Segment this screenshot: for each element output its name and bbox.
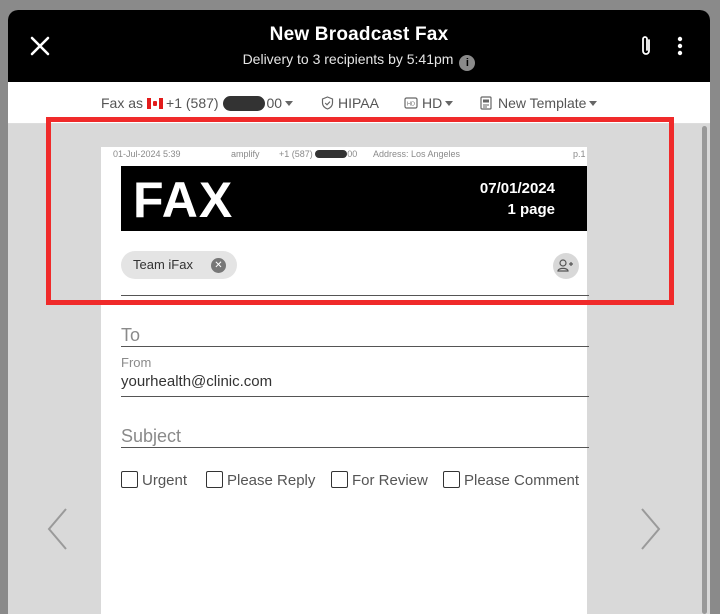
- to-underline: [121, 346, 589, 347]
- subject-underline: [121, 447, 589, 448]
- for-review-label: For Review: [352, 472, 428, 489]
- quality-label: HD: [422, 95, 443, 111]
- checkbox-box[interactable]: [331, 471, 348, 488]
- hipaa-toggle[interactable]: HIPAA: [321, 94, 379, 114]
- quality-selector[interactable]: HD HD: [404, 94, 454, 114]
- chevron-down-icon: [285, 101, 294, 106]
- hd-icon: HD: [404, 97, 418, 109]
- from-field[interactable]: yourhealth@clinic.com: [121, 373, 272, 390]
- urgent-checkbox[interactable]: Urgent: [121, 471, 187, 489]
- chevron-left-icon[interactable]: [44, 506, 72, 552]
- to-field[interactable]: To: [121, 325, 140, 346]
- info-icon[interactable]: i: [459, 55, 476, 71]
- delivery-text: Delivery to 3 recipients by 5:41pm: [242, 51, 454, 67]
- fax-number-suffix: 00: [266, 95, 283, 111]
- template-icon: [480, 96, 492, 110]
- from-underline: [121, 396, 589, 397]
- dialog-subtitle: Delivery to 3 recipients by 5:41pm i: [8, 51, 710, 71]
- paperclip-icon[interactable]: [638, 34, 654, 58]
- template-label: New Template: [498, 95, 587, 111]
- subject-field[interactable]: Subject: [121, 426, 181, 447]
- dialog-title: New Broadcast Fax: [269, 24, 449, 45]
- chevron-down-icon: [589, 101, 598, 106]
- dialog-header: New Broadcast Fax Delivery to 3 recipien…: [8, 10, 710, 82]
- please-reply-checkbox[interactable]: Please Reply: [206, 471, 315, 489]
- shield-icon: [321, 96, 334, 110]
- please-reply-label: Please Reply: [227, 472, 316, 489]
- more-vert-icon[interactable]: [672, 34, 688, 58]
- canada-flag-icon: [147, 98, 164, 109]
- checkbox-box[interactable]: [443, 471, 460, 488]
- svg-text:HD: HD: [407, 102, 415, 108]
- checkbox-box[interactable]: [206, 471, 223, 488]
- template-selector[interactable]: New Template: [480, 94, 598, 114]
- fax-as-label: Fax as: [101, 95, 144, 111]
- for-review-checkbox[interactable]: For Review: [331, 471, 428, 489]
- please-comment-checkbox[interactable]: Please Comment: [443, 471, 579, 489]
- please-comment-label: Please Comment: [464, 472, 580, 489]
- scrollbar[interactable]: [702, 126, 707, 614]
- fax-as-selector[interactable]: Fax as +1 (587) 00: [101, 94, 294, 114]
- from-label: From: [121, 355, 152, 370]
- checkbox-box[interactable]: [121, 471, 138, 488]
- urgent-label: Urgent: [142, 472, 188, 489]
- fax-dialog: New Broadcast Fax Delivery to 3 recipien…: [8, 10, 710, 614]
- fax-number-prefix: +1 (587): [166, 95, 219, 111]
- highlight-annotation: [46, 117, 674, 305]
- chevron-down-icon: [445, 101, 454, 106]
- hipaa-label: HIPAA: [338, 95, 379, 111]
- redacted-number: [223, 96, 266, 111]
- chevron-right-icon[interactable]: [636, 506, 664, 552]
